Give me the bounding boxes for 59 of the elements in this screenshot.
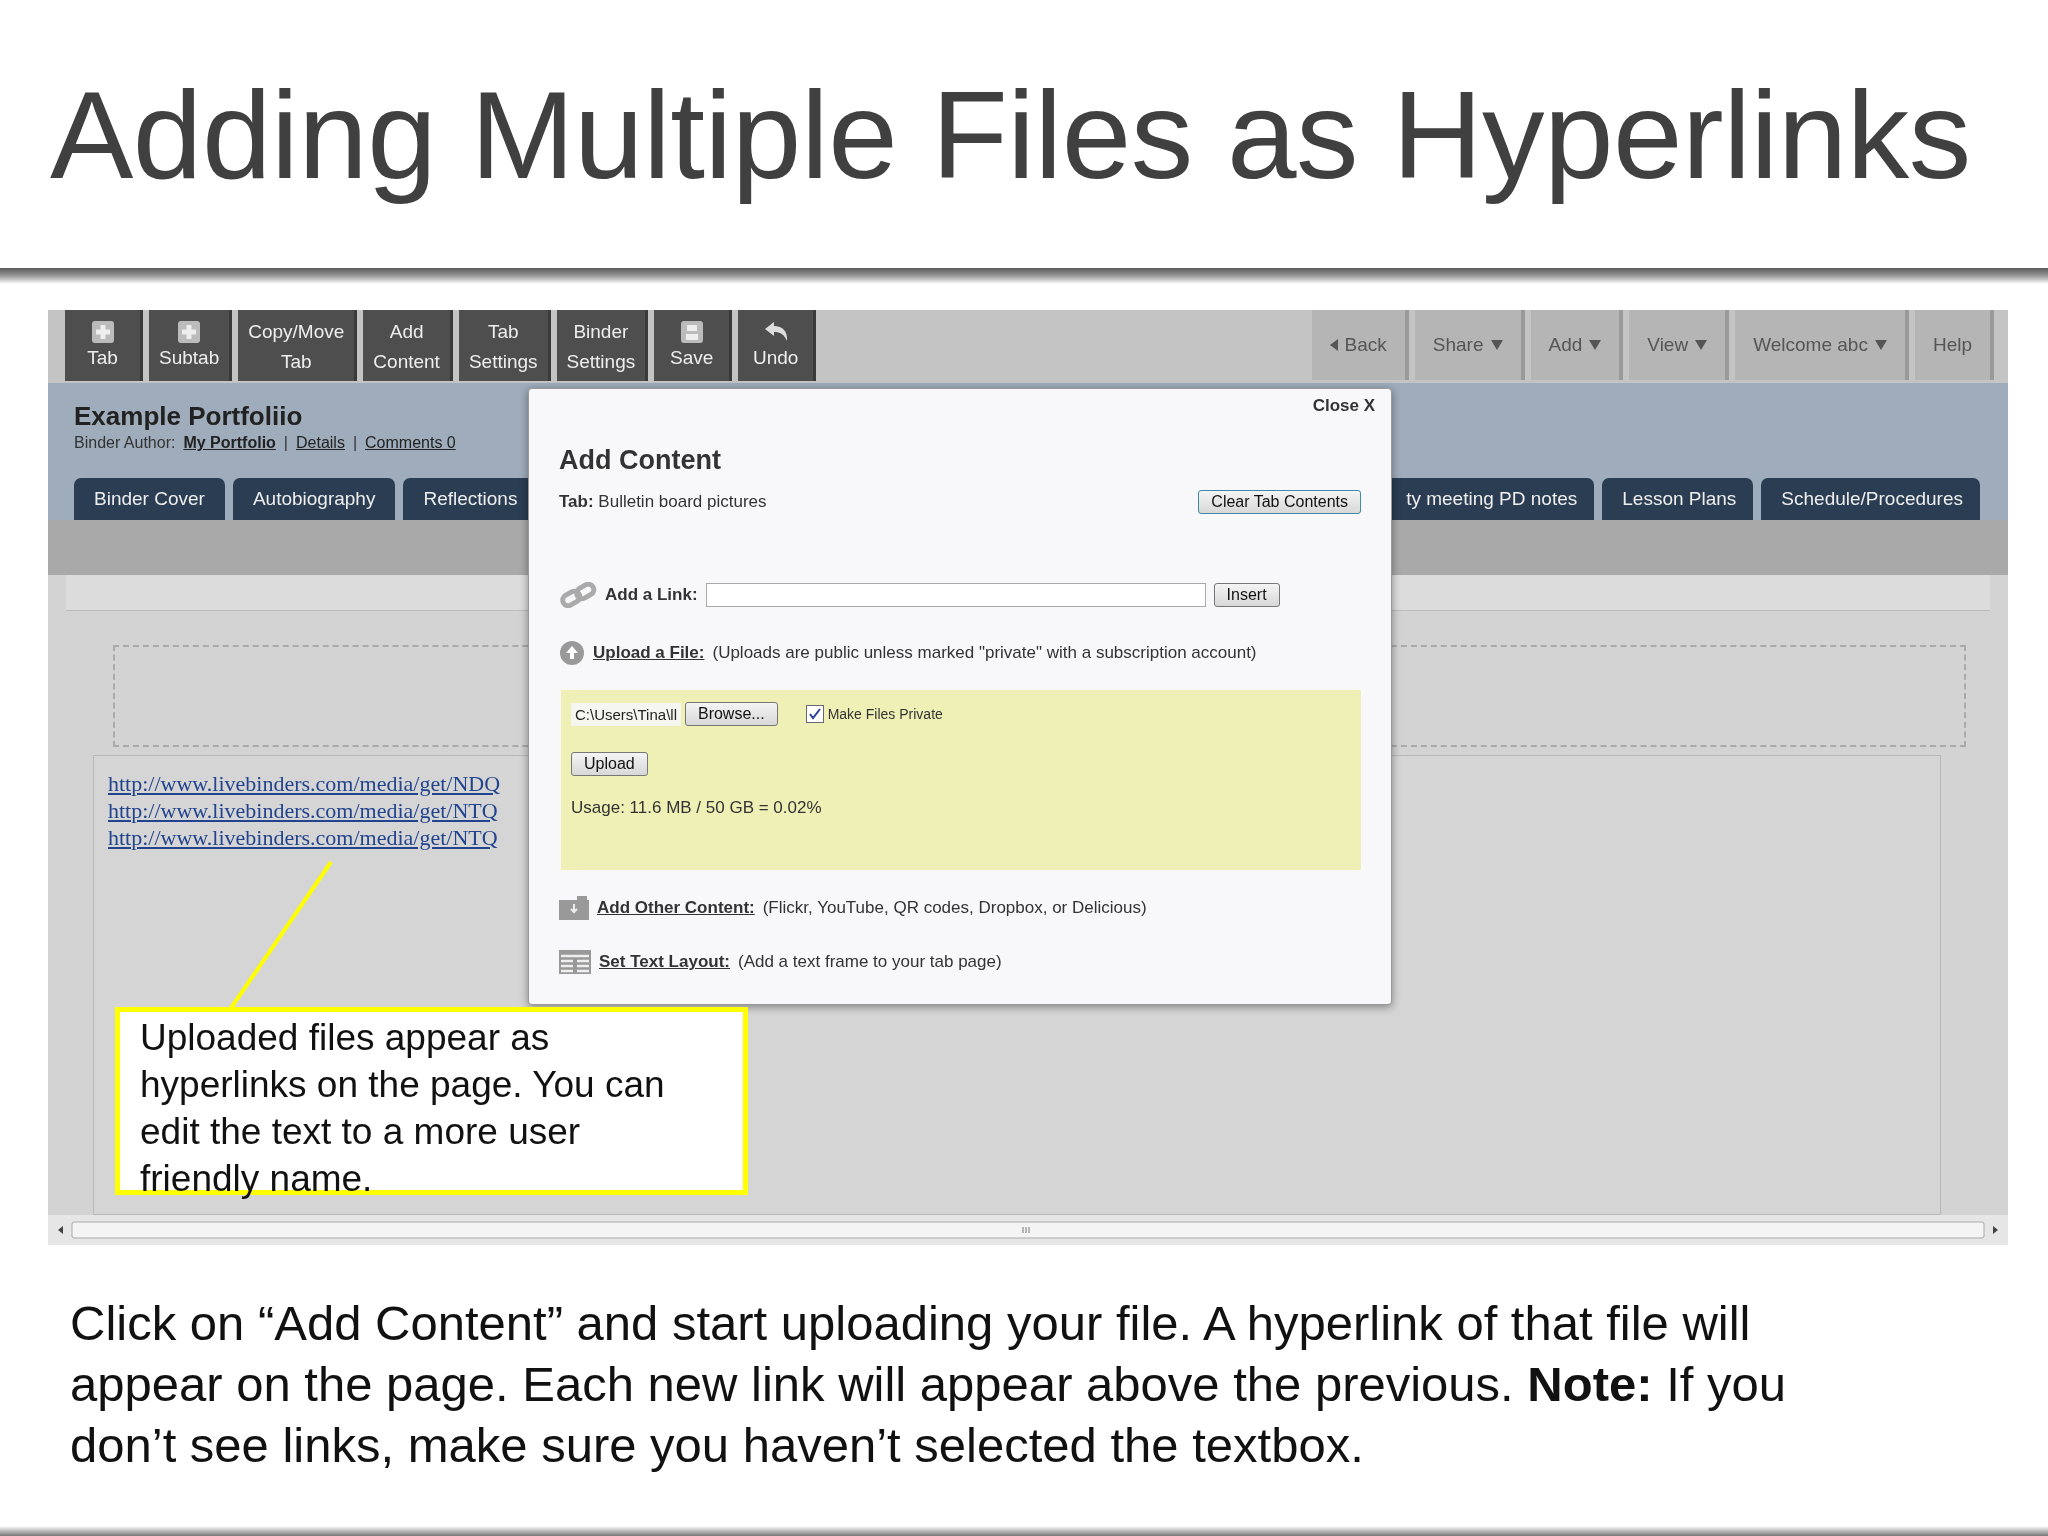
horizontal-scrollbar[interactable] <box>48 1215 2008 1245</box>
toolbar-button[interactable]: Binder Settings <box>556 310 649 381</box>
menu-button[interactable]: Back <box>1311 310 1409 380</box>
toolbar-button[interactable]: Undo <box>738 310 817 381</box>
link-label: Add a Link: <box>605 585 698 605</box>
menu-button[interactable]: Welcome abc <box>1735 310 1909 380</box>
folder-icon <box>559 896 589 920</box>
separator-text: | <box>352 434 358 452</box>
upload-note: (Uploads are public unless marked "private" with a subscription account) <box>712 643 1257 663</box>
option-note: (Add a text frame to your tab page) <box>738 952 1002 972</box>
binder-link[interactable]: My Portfolio <box>183 434 276 452</box>
toolbar-button[interactable]: Tab Settings <box>458 310 551 381</box>
upload-file-link[interactable]: Upload a File: <box>593 643 705 663</box>
toolbar-button[interactable]: Tab <box>65 310 143 381</box>
menu-button[interactable]: Help <box>1914 310 1994 380</box>
private-checkbox[interactable] <box>805 705 824 723</box>
insert-button[interactable]: Insert <box>1213 583 1280 607</box>
menu-button[interactable]: View <box>1629 310 1730 380</box>
save-icon <box>680 320 703 343</box>
toolbar-button[interactable]: Subtab <box>149 310 233 381</box>
menu-button[interactable]: Add <box>1530 310 1624 380</box>
separator-text: | <box>283 434 288 452</box>
private-label: Make Files Private <box>827 706 943 722</box>
browse-button[interactable]: Browse... <box>684 702 778 726</box>
plus-icon <box>91 320 114 343</box>
slide-title: Adding Multiple Files as Hyperlinks <box>49 63 1972 206</box>
binder-tab[interactable]: Schedule/Procedures <box>1761 478 1980 520</box>
binder-link[interactable]: Comments 0 <box>365 434 456 452</box>
caret-icon <box>1589 340 1602 350</box>
plus-icon <box>178 320 201 343</box>
menu-button[interactable]: Share <box>1414 310 1525 380</box>
caret-icon <box>1490 340 1503 350</box>
toolbar-button[interactable]: Save <box>654 310 733 381</box>
slide-caption: Click on “Add Content” and start uploading your file. A hyperlink of that file will appear on the page. Each new link will appear above the previous. Note: If you don’t see links, make sure you haven’t selected the textbox. <box>69 1295 1788 1474</box>
link-input[interactable] <box>705 583 1206 607</box>
file-path-field[interactable]: C:\Users\Tina\ll <box>571 702 681 726</box>
chain-link-icon <box>559 582 597 608</box>
author-label: Binder Author: <box>74 434 176 452</box>
caret-icon <box>1695 340 1708 350</box>
upload-icon <box>559 640 585 666</box>
caret-icon <box>1874 340 1887 350</box>
clear-tab-button[interactable]: Clear Tab Contents <box>1198 490 1361 514</box>
option-note: (Flickr, YouTube, QR codes, Dropbox, or Delicious) <box>762 898 1147 918</box>
binder-tab[interactable]: Autobiography <box>232 478 396 520</box>
binder-link[interactable]: Details <box>296 434 345 452</box>
close-button[interactable]: Close X <box>1306 395 1381 417</box>
toolbar-button[interactable]: Add Content <box>363 310 453 381</box>
toolbar-button[interactable]: Copy/Move Tab <box>238 310 358 381</box>
upload-button[interactable]: Upload <box>571 752 648 776</box>
dialog-title: Add Content <box>559 445 722 476</box>
layout-icon <box>559 950 591 974</box>
binder-tab[interactable]: Binder Cover <box>74 478 225 520</box>
option-link[interactable]: Add Other Content: <box>597 898 755 918</box>
option-link[interactable]: Set Text Layout: <box>599 952 730 972</box>
binder-tab[interactable]: Lesson Plans <box>1602 478 1754 520</box>
back-arrow-icon <box>1329 339 1338 351</box>
usage-text: Usage: 11.6 MB / 50 GB = 0.02% <box>571 798 822 818</box>
tab-name-text: Tab: Bulletin board pictures <box>559 492 767 512</box>
binder-title: Example Portfoliio <box>74 401 303 432</box>
